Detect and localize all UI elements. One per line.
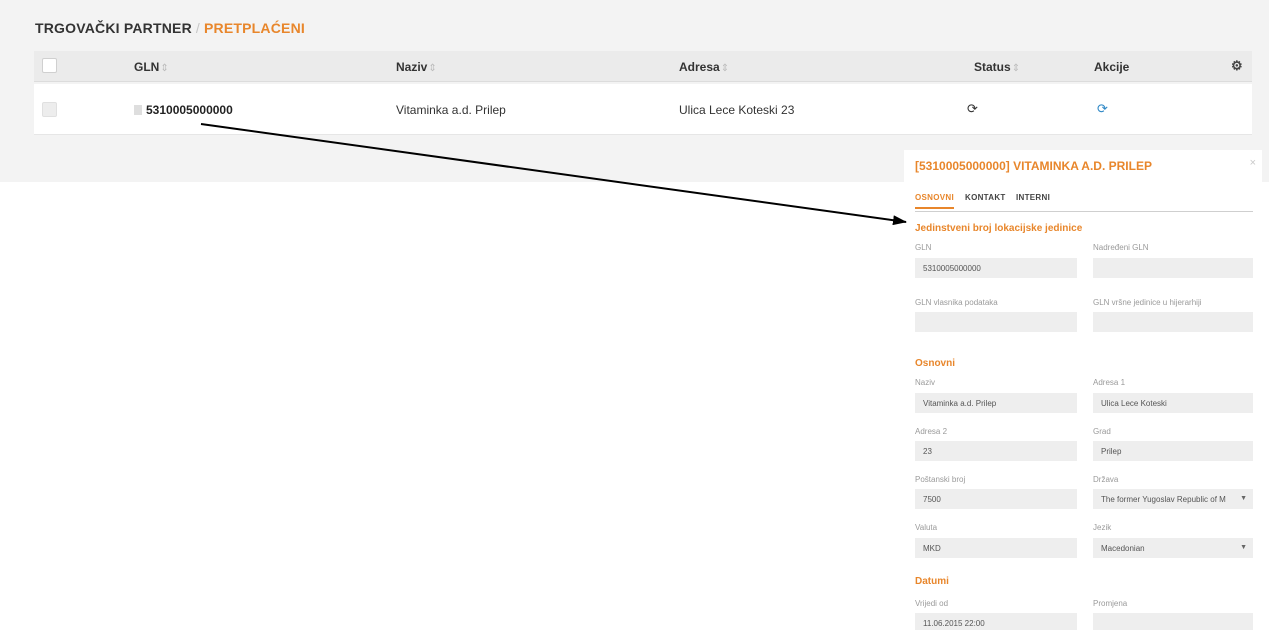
annotation-arrow [200, 123, 907, 226]
arrow-line [200, 123, 907, 226]
page-root: TRGOVAČKI PARTNER / PRETPLAĆENI GLN⇕ Naziv… [0, 0, 1269, 630]
